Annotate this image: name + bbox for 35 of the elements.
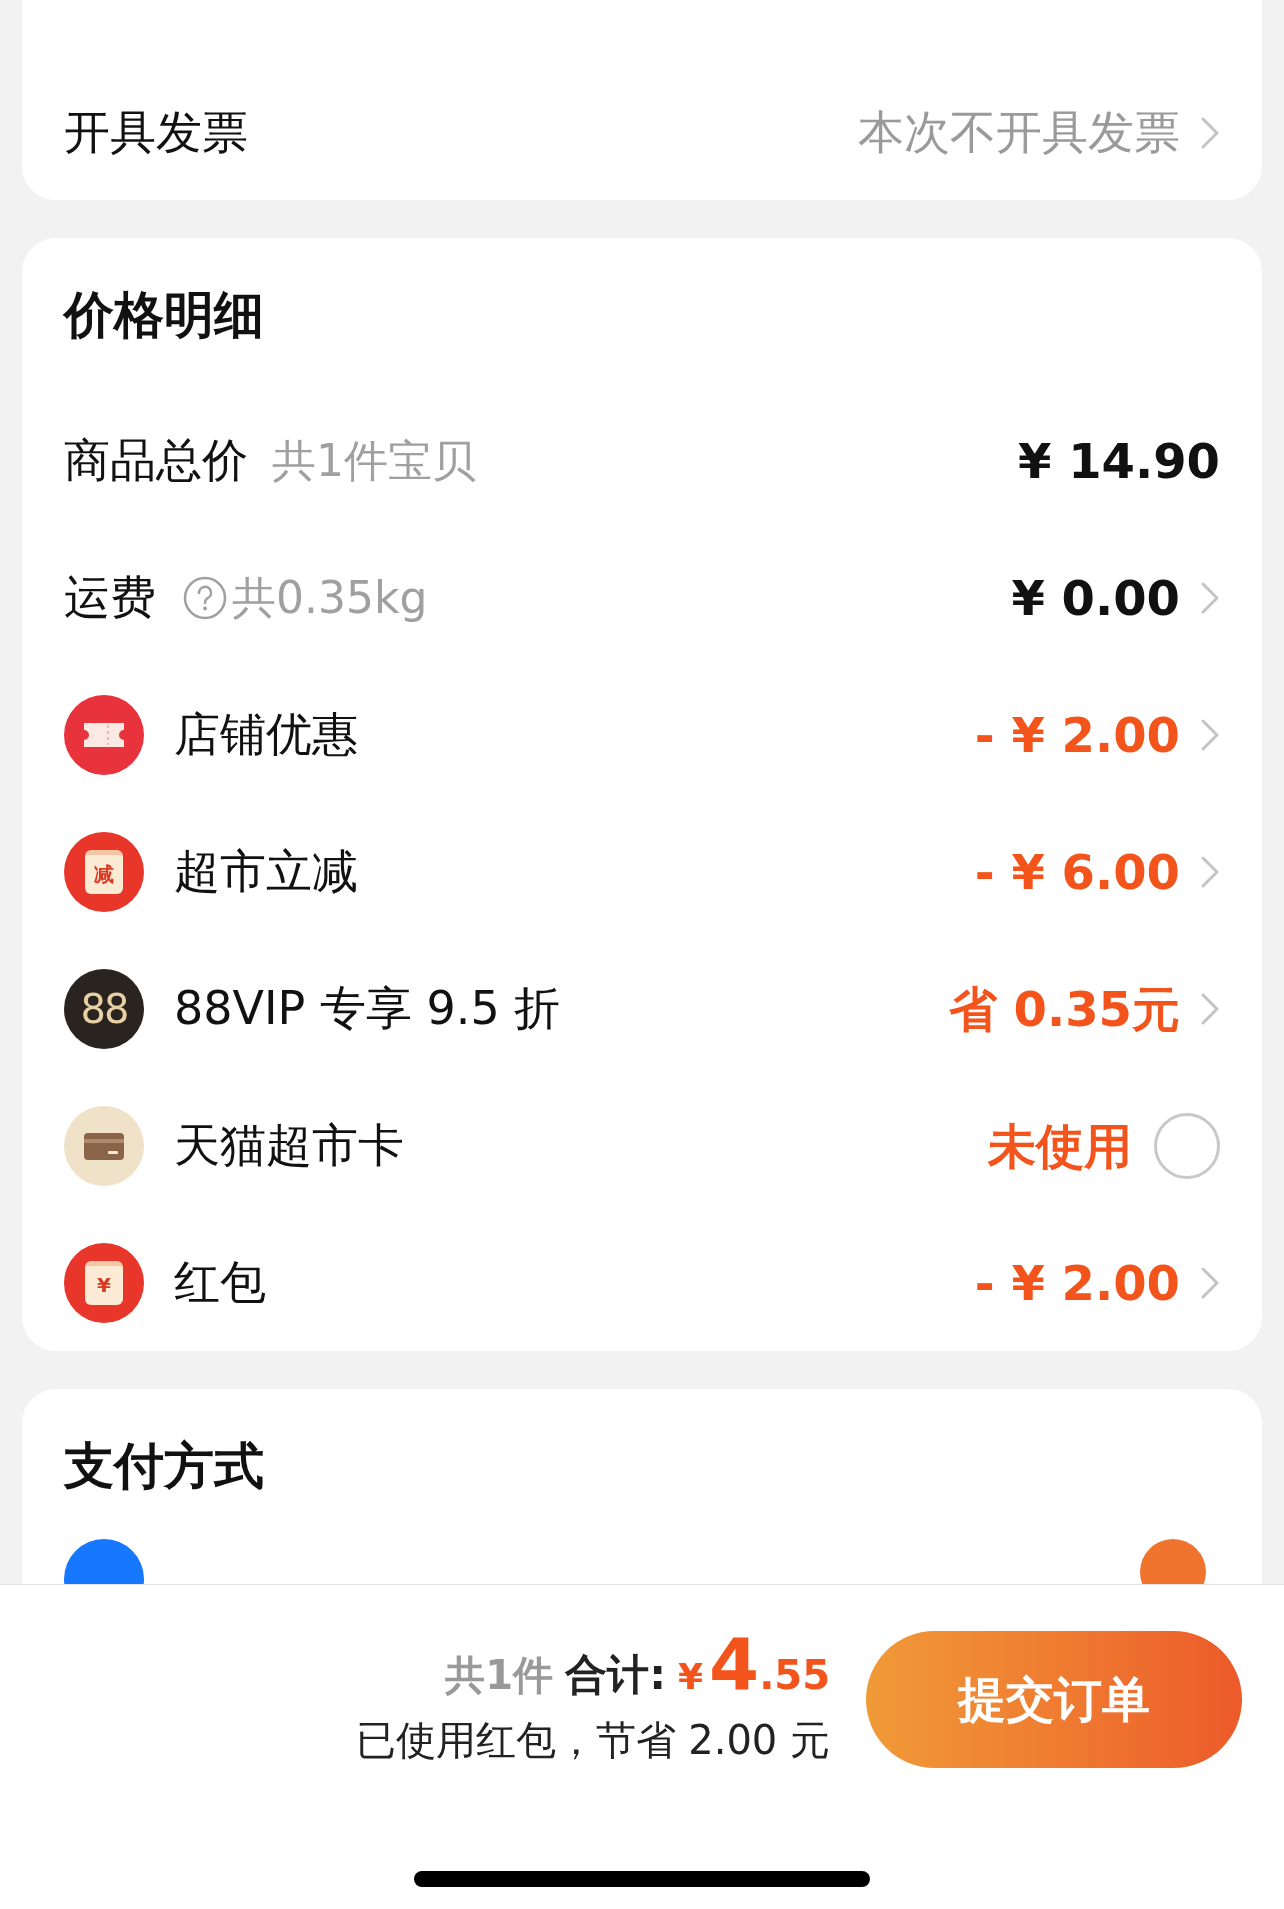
row-label: 88VIP 专享 9.5 折 xyxy=(174,980,561,1037)
row-value: 省 0.35元 xyxy=(948,979,1180,1039)
row-label: 红包 xyxy=(174,1254,266,1311)
row-label: 运费 xyxy=(64,569,156,626)
envelope-icon: ¥ xyxy=(64,1242,144,1323)
row-value: - ¥ 2.00 xyxy=(974,1253,1180,1313)
total-price: ¥4.55 xyxy=(677,1628,830,1700)
ticket-icon xyxy=(64,694,144,775)
help-icon xyxy=(182,574,228,621)
row-label: 天猫超市卡 xyxy=(174,1117,404,1174)
section-title: 支付方式 xyxy=(62,1435,265,1497)
card-icon xyxy=(64,1105,144,1186)
envelope-icon: 减 xyxy=(64,831,144,912)
item-count: 共1件 xyxy=(445,1651,554,1700)
savings-text: 已使用红包，节省 2.00 元 xyxy=(355,1716,830,1765)
total-label: 合计: xyxy=(565,1649,666,1701)
chevron-right-icon xyxy=(1200,115,1220,150)
row-note: 共0.35kg xyxy=(232,570,428,625)
row-value: - ¥ 2.00 xyxy=(974,705,1180,765)
row-note: 共1件宝贝 xyxy=(272,433,476,488)
chevron-right-icon xyxy=(1200,717,1220,752)
chevron-right-icon xyxy=(1200,580,1220,615)
chevron-right-icon xyxy=(1200,991,1220,1026)
vip-icon: 88 xyxy=(64,968,144,1049)
chevron-right-icon xyxy=(1200,1265,1220,1300)
invoice-row[interactable]: 开具发票 本次不开具发票 xyxy=(22,65,1262,200)
row-label: 店铺优惠 xyxy=(174,706,358,763)
row-value: ¥ 0.00 xyxy=(1011,568,1180,628)
chevron-right-icon xyxy=(1200,854,1220,889)
row-label: 商品总价 xyxy=(64,432,248,489)
row-value: 未使用 xyxy=(988,1116,1132,1176)
row-value: ¥ 14.90 xyxy=(1018,431,1220,491)
row-label: 超市立减 xyxy=(174,843,358,900)
section-title: 价格明细 xyxy=(62,284,265,346)
row-value: - ¥ 6.00 xyxy=(974,842,1180,902)
